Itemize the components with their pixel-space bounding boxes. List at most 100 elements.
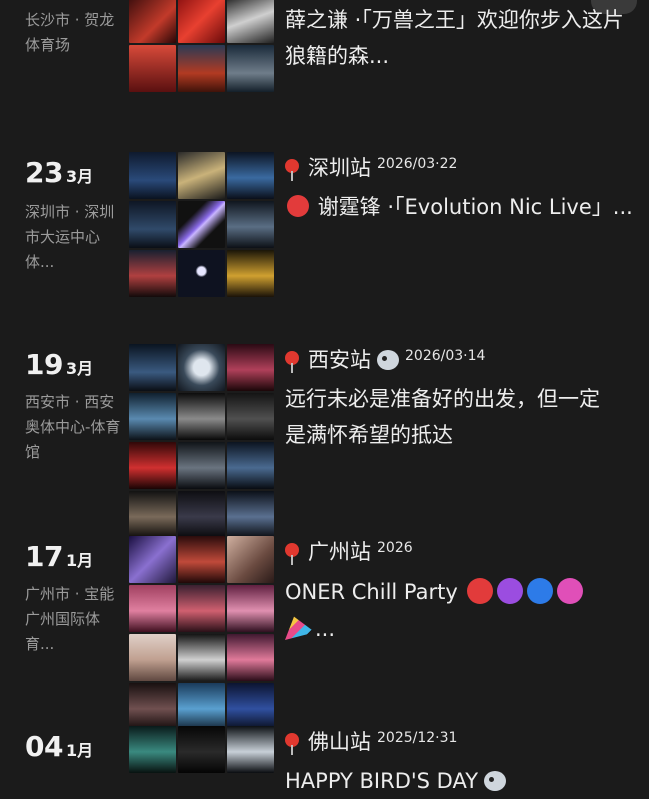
photo-thumb[interactable] — [129, 0, 176, 43]
photo-thumb[interactable] — [129, 152, 176, 199]
photo-thumb[interactable] — [129, 585, 176, 632]
entry-body: 薛之谦 ·「万兽之王」欢迎你步入这片狼籍的森... — [285, 8, 624, 68]
entry-title: 佛山站 — [308, 730, 371, 754]
photo-thumb[interactable] — [178, 683, 225, 730]
entry-date: 23 3月 — [25, 156, 93, 189]
entry-body-line: ONER Chill Party — [285, 573, 635, 610]
photo-thumb[interactable] — [178, 585, 225, 632]
entry-text: 西安站 2026/03·14 远行未必是准备好的出发，但一定是满怀希望的抵达 — [285, 342, 635, 453]
entry-title: 深圳站 — [308, 156, 371, 180]
purple-heart-icon — [496, 578, 523, 604]
photo-thumb[interactable] — [227, 536, 274, 583]
photo-thumb[interactable] — [227, 726, 274, 773]
entry-title-line: 佛山站 2025/12·31 — [285, 724, 635, 763]
photo-thumb[interactable] — [227, 683, 274, 730]
party-popper-icon — [285, 616, 315, 640]
entry-body-line: 谢霆锋 ·「Evolution Nic Live」... — [285, 189, 635, 225]
photo-thumb[interactable] — [178, 250, 225, 297]
photo-thumb[interactable] — [227, 491, 274, 538]
photo-grid[interactable] — [129, 726, 274, 773]
photo-thumb[interactable] — [178, 344, 225, 391]
photo-thumb[interactable] — [227, 45, 274, 92]
photo-thumb[interactable] — [178, 393, 225, 440]
photo-thumb[interactable] — [178, 491, 225, 538]
post-date: 2025/12·31 — [377, 730, 458, 746]
entry-text: 佛山站 2025/12·31 HAPPY BIRD'S DAY — [285, 724, 635, 799]
blue-heart-icon — [526, 578, 553, 604]
entry-month: 3月 — [65, 167, 94, 186]
photo-thumb[interactable] — [227, 201, 274, 248]
photo-thumb[interactable] — [129, 201, 176, 248]
entry-day: 04 — [25, 730, 63, 763]
entry-text: 广州站 2026 ONER Chill Party ... — [285, 534, 635, 647]
entry-title-line: 广州站 2026 — [285, 534, 635, 573]
entry-date: 19 3月 — [25, 348, 93, 381]
entry-body: 谢霆锋 ·「Evolution Nic Live」... — [317, 195, 633, 219]
photo-thumb[interactable] — [129, 393, 176, 440]
location-pin-icon — [285, 543, 299, 565]
photo-grid[interactable] — [129, 344, 274, 538]
entry-location: 西安市 · 西安奥体中心-体育馆 — [25, 393, 121, 461]
photo-thumb[interactable] — [178, 201, 225, 248]
photo-thumb[interactable] — [178, 152, 225, 199]
photo-thumb[interactable] — [227, 250, 274, 297]
entry-body-tail: ... — [315, 617, 336, 641]
photo-thumb[interactable] — [227, 344, 274, 391]
entry-title-line: 深圳站 2026/03·22 — [285, 150, 635, 189]
entry-day: 23 — [25, 156, 63, 189]
entry-body: ONER Chill Party — [285, 580, 458, 604]
location-pin-icon — [285, 159, 299, 181]
photo-thumb[interactable] — [129, 250, 176, 297]
entry-text: 薛之谦 ·「万兽之王」欢迎你步入这片狼籍的森... — [285, 2, 635, 74]
red-heart-icon — [466, 578, 493, 604]
location-pin-icon — [285, 733, 299, 755]
photo-thumb[interactable] — [227, 634, 274, 681]
entry-title: 广州站 — [308, 540, 371, 564]
entry-body: HAPPY BIRD'S DAY — [285, 769, 479, 793]
photo-grid[interactable] — [129, 152, 274, 297]
entry-text: 深圳站 2026/03·22 谢霆锋 ·「Evolution Nic Live」.… — [285, 150, 635, 225]
photo-thumb[interactable] — [129, 442, 176, 489]
bird-icon — [484, 771, 507, 791]
photo-thumb[interactable] — [227, 152, 274, 199]
entry-body-line-2: ... — [285, 610, 635, 647]
photo-grid[interactable] — [129, 0, 274, 92]
entry-title-line: 西安站 2026/03·14 — [285, 342, 635, 381]
entry-month: 1月 — [65, 741, 94, 760]
photo-thumb[interactable] — [129, 536, 176, 583]
bird-icon — [377, 350, 399, 370]
entry-location: 长沙市 · 贺龙体育场 — [25, 11, 115, 54]
photo-thumb[interactable] — [178, 442, 225, 489]
location-pin-icon — [285, 351, 299, 373]
photo-thumb[interactable] — [129, 491, 176, 538]
entry-month: 1月 — [65, 551, 94, 570]
entry-day: 19 — [25, 348, 63, 381]
photo-thumb[interactable] — [178, 726, 225, 773]
photo-thumb[interactable] — [129, 726, 176, 773]
pink-heart-icon — [556, 578, 583, 604]
photo-thumb[interactable] — [227, 585, 274, 632]
photo-thumb[interactable] — [178, 536, 225, 583]
photo-thumb[interactable] — [129, 634, 176, 681]
photo-thumb[interactable] — [129, 344, 176, 391]
red-heart-icon — [287, 195, 309, 217]
entry-location: 深圳市 · 深圳市大运中心体... — [25, 203, 115, 271]
photo-thumb[interactable] — [227, 0, 274, 43]
photo-thumb[interactable] — [129, 683, 176, 730]
entry-location: 广州市 · 宝能广州国际体育... — [25, 585, 115, 653]
post-date: 2026/03·22 — [377, 156, 458, 172]
post-date: 2026/03·14 — [405, 348, 486, 364]
entry-date: 17 1月 — [25, 540, 93, 573]
photo-thumb[interactable] — [227, 442, 274, 489]
photo-thumb[interactable] — [178, 634, 225, 681]
photo-thumb[interactable] — [178, 45, 225, 92]
entry-date: 04 1月 — [25, 730, 93, 763]
photo-grid[interactable] — [129, 536, 274, 730]
entry-body: 远行未必是准备好的出发，但一定是满怀希望的抵达 — [285, 387, 600, 447]
post-date: 2026 — [377, 540, 413, 556]
photo-thumb[interactable] — [178, 0, 225, 43]
photo-thumb[interactable] — [129, 45, 176, 92]
entry-day: 17 — [25, 540, 63, 573]
entry-title: 西安站 — [308, 348, 371, 372]
photo-thumb[interactable] — [227, 393, 274, 440]
